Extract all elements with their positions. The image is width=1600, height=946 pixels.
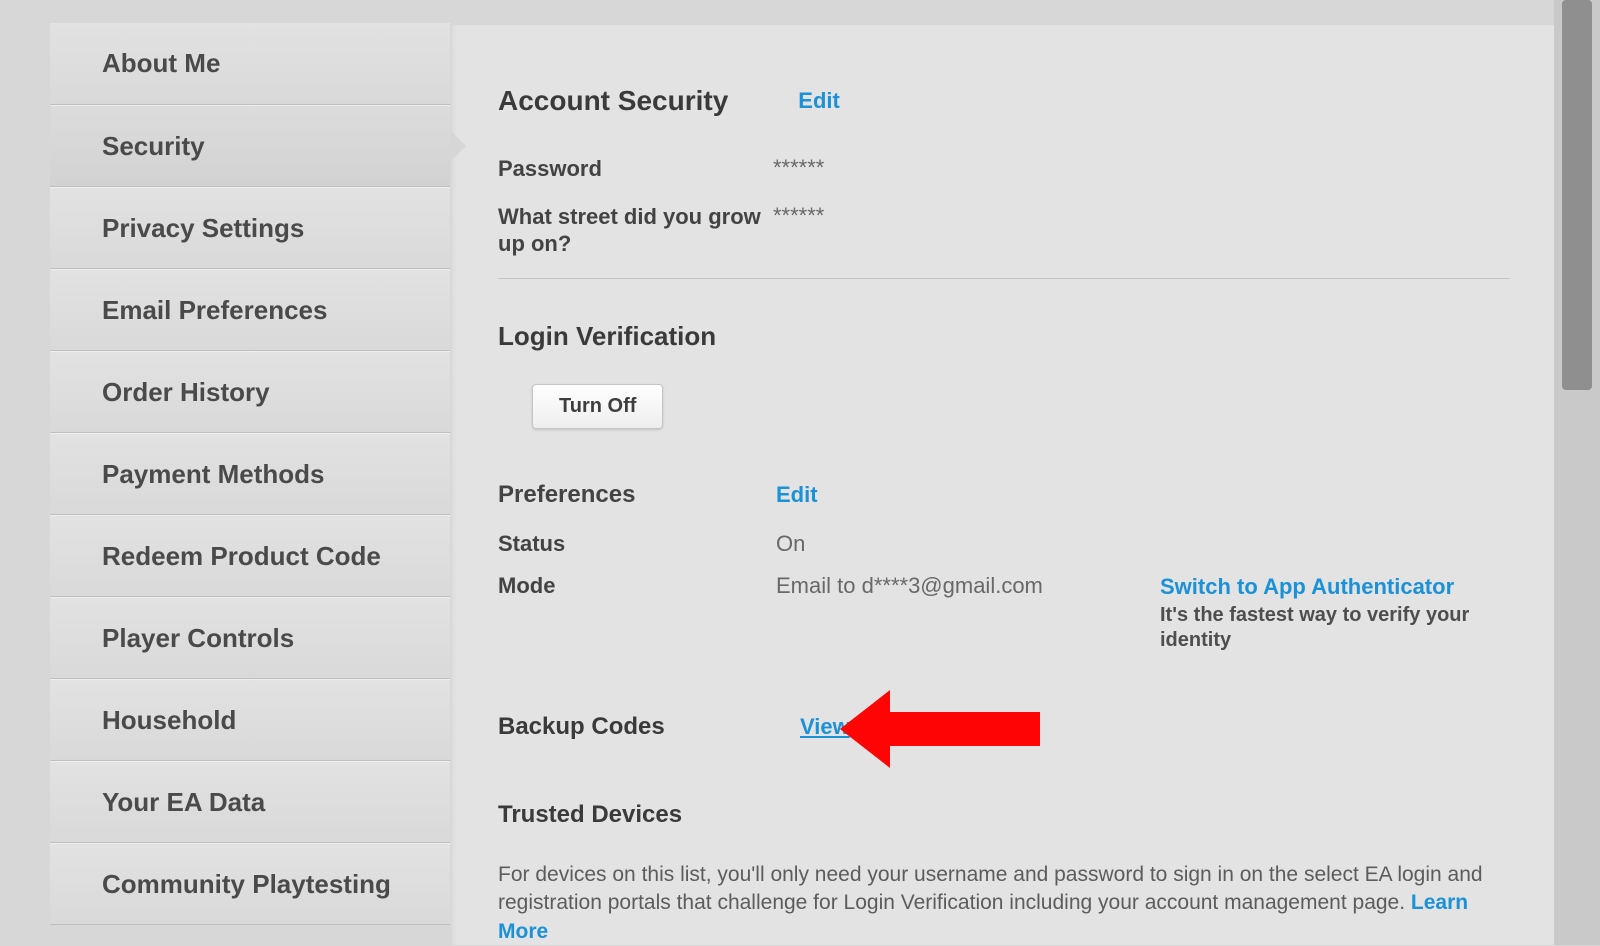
scrollbar-thumb[interactable] bbox=[1562, 0, 1592, 390]
sidebar-item-your-ea-data[interactable]: Your EA Data bbox=[50, 761, 450, 843]
status-label: Status bbox=[498, 531, 776, 557]
sidebar-item-label: About Me bbox=[102, 48, 220, 79]
trusted-devices-block: Trusted Devices For devices on this list… bbox=[498, 801, 1510, 946]
status-row: Status On bbox=[498, 531, 1510, 557]
scrollbar-track[interactable] bbox=[1554, 0, 1600, 945]
password-label: Password bbox=[498, 155, 773, 183]
backup-codes-view-link[interactable]: View bbox=[800, 714, 850, 740]
divider bbox=[498, 278, 1510, 279]
sidebar-item-privacy-settings[interactable]: Privacy Settings bbox=[50, 187, 450, 269]
sidebar-item-label: Redeem Product Code bbox=[102, 541, 381, 572]
sidebar-item-label: Security bbox=[102, 131, 205, 162]
preferences-title: Preferences bbox=[498, 481, 776, 509]
backup-codes-title: Backup Codes bbox=[498, 713, 800, 741]
account-security-header: Account Security Edit bbox=[498, 85, 1510, 117]
account-security-title: Account Security bbox=[498, 85, 728, 117]
switch-authenticator-hint: It's the fastest way to verify your iden… bbox=[1160, 603, 1510, 653]
sidebar: About Me Security Privacy Settings Email… bbox=[50, 0, 450, 945]
sidebar-item-label: Your EA Data bbox=[102, 787, 265, 818]
security-question-label: What street did you grow up on? bbox=[498, 203, 773, 258]
left-gutter bbox=[0, 0, 50, 945]
sidebar-item-label: Privacy Settings bbox=[102, 213, 304, 244]
sidebar-item-email-preferences[interactable]: Email Preferences bbox=[50, 269, 450, 351]
sidebar-item-label: Player Controls bbox=[102, 623, 294, 654]
mode-value: Email to d****3@gmail.com bbox=[776, 573, 1136, 599]
sidebar-item-security[interactable]: Security bbox=[50, 105, 450, 187]
switch-authenticator-link[interactable]: Switch to App Authenticator bbox=[1160, 573, 1510, 602]
trusted-devices-title: Trusted Devices bbox=[498, 801, 1510, 829]
security-question-value: ****** bbox=[773, 203, 824, 229]
sidebar-item-about-me[interactable]: About Me bbox=[50, 23, 450, 105]
sidebar-item-payment-methods[interactable]: Payment Methods bbox=[50, 433, 450, 515]
security-question-row: What street did you grow up on? ****** bbox=[498, 203, 1510, 258]
trusted-devices-text: For devices on this list, you'll only ne… bbox=[498, 861, 1510, 946]
account-security-edit-link[interactable]: Edit bbox=[798, 88, 840, 114]
sidebar-item-player-controls[interactable]: Player Controls bbox=[50, 597, 450, 679]
sidebar-item-label: Order History bbox=[102, 377, 270, 408]
password-row: Password ****** bbox=[498, 155, 1510, 183]
sidebar-item-label: Email Preferences bbox=[102, 295, 327, 326]
sidebar-item-community-playtesting[interactable]: Community Playtesting bbox=[50, 843, 450, 925]
status-value: On bbox=[776, 531, 1136, 557]
backup-codes-row: Backup Codes View bbox=[498, 713, 1510, 741]
turn-off-button[interactable]: Turn Off bbox=[532, 384, 663, 429]
login-verification-title: Login Verification bbox=[498, 321, 1510, 352]
preferences-edit-link[interactable]: Edit bbox=[776, 482, 818, 508]
trusted-devices-body: For devices on this list, you'll only ne… bbox=[498, 863, 1483, 914]
sidebar-item-label: Payment Methods bbox=[102, 459, 325, 490]
sidebar-item-household[interactable]: Household bbox=[50, 679, 450, 761]
mode-label: Mode bbox=[498, 573, 776, 599]
switch-authenticator-block: Switch to App Authenticator It's the fas… bbox=[1160, 573, 1510, 654]
password-value: ****** bbox=[773, 155, 824, 181]
content-panel: Account Security Edit Password ****** Wh… bbox=[450, 25, 1554, 945]
mode-row: Mode Email to d****3@gmail.com Switch to… bbox=[498, 573, 1510, 654]
sidebar-item-order-history[interactable]: Order History bbox=[50, 351, 450, 433]
sidebar-item-label: Community Playtesting bbox=[102, 869, 391, 900]
sidebar-item-label: Household bbox=[102, 705, 236, 736]
page-wrap: About Me Security Privacy Settings Email… bbox=[0, 0, 1554, 945]
preferences-block: Preferences Edit Status On Mode Email to… bbox=[498, 481, 1510, 654]
sidebar-item-redeem-product-code[interactable]: Redeem Product Code bbox=[50, 515, 450, 597]
